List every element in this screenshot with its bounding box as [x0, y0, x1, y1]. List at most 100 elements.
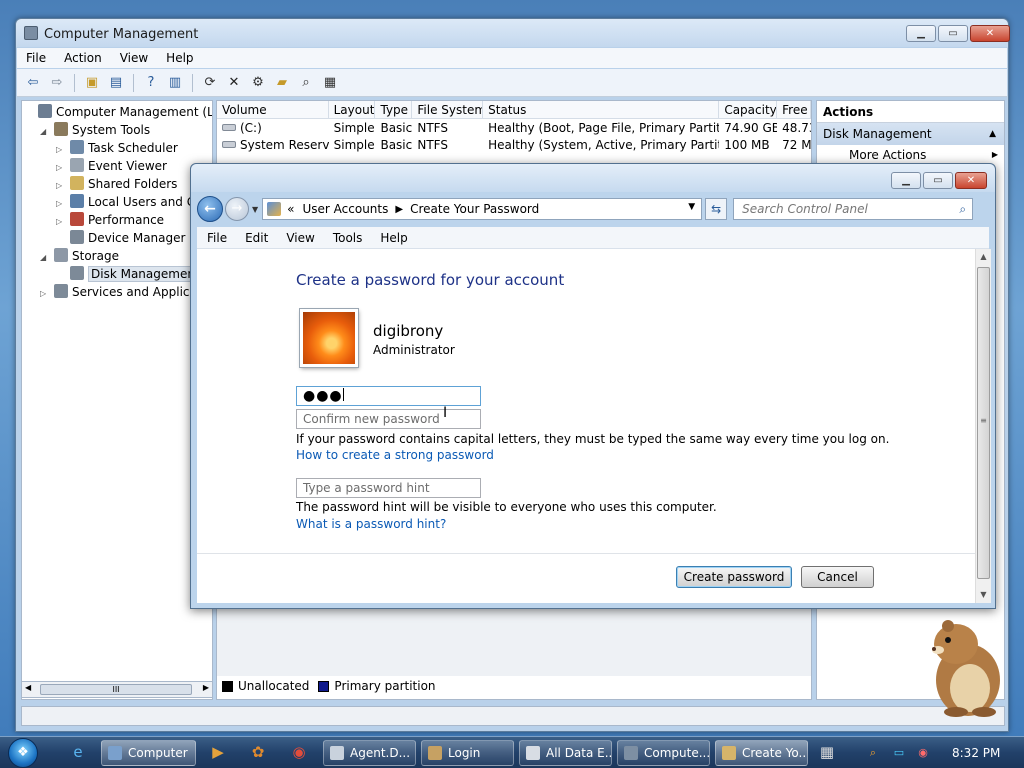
menu-file[interactable]: File [17, 51, 55, 65]
tree-item[interactable]: ▷ Services and Application [40, 283, 212, 303]
open-folder-icon[interactable]: ▰ [272, 73, 292, 93]
chrome-icon[interactable]: ◉ [287, 740, 311, 764]
properties-icon[interactable]: ⚙ [248, 73, 268, 93]
tree-item[interactable]: ▷ Event Viewer [56, 157, 167, 175]
scroll-left-icon[interactable]: ◀ [25, 683, 31, 692]
breadcrumb-user-accounts[interactable]: User Accounts [303, 202, 389, 216]
minimize-button[interactable]: ▁ [891, 172, 921, 189]
table-row[interactable]: System Reserved Simple Basic NTFS Health… [217, 137, 811, 154]
refresh-icon[interactable]: ⇆ [705, 198, 728, 220]
menu-tools[interactable]: Tools [323, 231, 371, 245]
tree-item[interactable]: ◢ System Tools [40, 121, 150, 139]
tray-record-icon[interactable]: ◉ [916, 746, 930, 760]
menu-file[interactable]: File [197, 231, 235, 245]
taskbar-button-all-data[interactable]: All Data E... [519, 740, 612, 766]
password-hint-field[interactable]: Type a password hint [296, 478, 481, 498]
tree-item[interactable]: ▷ Performance [56, 211, 164, 229]
taskbar-button-create-password[interactable]: Create Yo... [715, 740, 808, 766]
tray-search-icon[interactable]: ⌕ [866, 746, 880, 760]
menu-action[interactable]: Action [55, 51, 111, 65]
disk-icon[interactable]: ▦ [320, 73, 340, 93]
maximize-button[interactable]: ▭ [938, 25, 968, 42]
scroll-right-icon[interactable]: ▶ [203, 683, 209, 692]
up-folder-icon[interactable]: ▣ [82, 73, 102, 93]
taskbar-button-computer-management[interactable]: Compute... [617, 740, 710, 766]
breadcrumb-overflow[interactable]: « [287, 202, 294, 216]
close-button[interactable]: ✕ [955, 172, 987, 189]
create-password-button[interactable]: Create password [676, 566, 792, 588]
column-header-capacity[interactable]: Capacity [719, 101, 778, 118]
column-header-volume[interactable]: Volume [217, 101, 329, 118]
expand-toggle-icon[interactable]: ◢ [40, 123, 50, 141]
column-header-free[interactable]: Free [777, 101, 811, 118]
search-input[interactable]: Search Control Panel ⌕ [733, 198, 974, 220]
column-header-layout[interactable]: Layout [329, 101, 376, 118]
new-password-field[interactable]: ●●● [296, 386, 481, 406]
tree-item[interactable]: ▷ Local Users and Gro [56, 193, 208, 211]
vertical-scrollbar[interactable]: ▲ ≡ ▼ [975, 249, 991, 603]
tree-item[interactable]: Device Manager [56, 229, 185, 247]
expand-toggle-icon[interactable]: ◢ [40, 249, 50, 267]
table-row[interactable]: (C:) Simple Basic NTFS Healthy (Boot, Pa… [217, 120, 811, 137]
internet-explorer-icon[interactable]: e [66, 740, 90, 764]
pw-titlebar[interactable]: ▁ ▭ ✕ [191, 164, 995, 192]
refresh-icon[interactable]: ⟳ [200, 73, 220, 93]
system-app-icon[interactable]: ▦ [815, 740, 839, 764]
taskbar-button-agent[interactable]: Agent.D... [323, 740, 416, 766]
scroll-up-icon[interactable]: ▲ [976, 249, 991, 265]
tree-item[interactable]: Disk Management [56, 265, 203, 283]
tree-horizontal-scrollbar[interactable]: ◀ III ▶ [21, 681, 213, 698]
column-header-file-system[interactable]: File System [412, 101, 484, 118]
forward-button-icon[interactable]: → [225, 197, 249, 221]
paint-icon[interactable]: ✿ [246, 740, 270, 764]
strong-password-link[interactable]: How to create a strong password [296, 448, 494, 462]
close-button[interactable]: ✕ [970, 25, 1010, 42]
help-icon[interactable]: ? [141, 73, 161, 93]
tree-item[interactable]: ◢ Storage [40, 247, 119, 265]
media-player-icon[interactable]: ▶ [206, 740, 230, 764]
start-button-icon[interactable]: ❖ [8, 738, 38, 768]
password-hint-link[interactable]: What is a password hint? [296, 517, 446, 531]
expand-toggle-icon[interactable]: ▷ [40, 285, 50, 303]
show-hide-tree-icon[interactable]: ▤ [106, 73, 126, 93]
task-label: All Data E... [546, 746, 612, 760]
maximize-button[interactable]: ▭ [923, 172, 953, 189]
cm-titlebar[interactable]: Computer Management ▁ ▭ ✕ [16, 19, 1010, 47]
search-icon[interactable]: ⌕ [296, 73, 316, 93]
tree-item[interactable]: ▷ Task Scheduler [56, 139, 178, 157]
menu-view[interactable]: View [276, 231, 322, 245]
recent-pages-chevron-icon[interactable]: ▼ [252, 205, 258, 214]
taskbar-button-login[interactable]: Login [421, 740, 514, 766]
scroll-down-icon[interactable]: ▼ [976, 587, 991, 603]
menu-edit[interactable]: Edit [235, 231, 276, 245]
show-hide-action-pane-icon[interactable]: ▥ [165, 73, 185, 93]
menu-help[interactable]: Help [157, 51, 202, 65]
address-dropdown-icon[interactable]: ▼ [688, 202, 695, 212]
search-icon[interactable]: ⌕ [959, 199, 966, 219]
forward-arrow-icon[interactable]: ⇨ [47, 73, 67, 93]
delete-icon[interactable]: ✕ [224, 73, 244, 93]
tree-item[interactable]: Computer Management (Local [24, 103, 212, 121]
breadcrumb-create-password[interactable]: Create Your Password [410, 202, 539, 216]
address-bar[interactable]: « User Accounts ▶ Create Your Password ▼ [262, 198, 703, 220]
breadcrumb-separator-icon[interactable]: ▶ [395, 204, 403, 215]
scroll-thumb[interactable]: III [40, 684, 192, 695]
more-actions-item[interactable]: More Actions [817, 145, 1004, 165]
confirm-password-field[interactable]: Confirm new password [296, 409, 481, 429]
minimize-button[interactable]: ▁ [906, 25, 936, 42]
back-arrow-icon[interactable]: ⇦ [23, 73, 43, 93]
cancel-button[interactable]: Cancel [801, 566, 874, 588]
scroll-thumb[interactable]: ≡ [977, 267, 990, 579]
disk-graphical-view[interactable] [217, 606, 811, 676]
back-button-icon[interactable]: ← [197, 196, 223, 222]
tree-item-label: Storage [72, 249, 119, 263]
taskbar-button-computer[interactable]: Computer [101, 740, 196, 766]
column-header-status[interactable]: Status [483, 101, 720, 118]
tree-item[interactable]: ▷ Shared Folders [56, 175, 177, 193]
actions-section-disk-management[interactable]: Disk Management [817, 123, 1004, 145]
tray-monitor-icon[interactable]: ▭ [892, 746, 906, 760]
menu-view[interactable]: View [111, 51, 157, 65]
clock[interactable]: 8:32 PM [952, 746, 1000, 760]
menu-help[interactable]: Help [370, 231, 415, 245]
column-header-type[interactable]: Type [375, 101, 413, 118]
